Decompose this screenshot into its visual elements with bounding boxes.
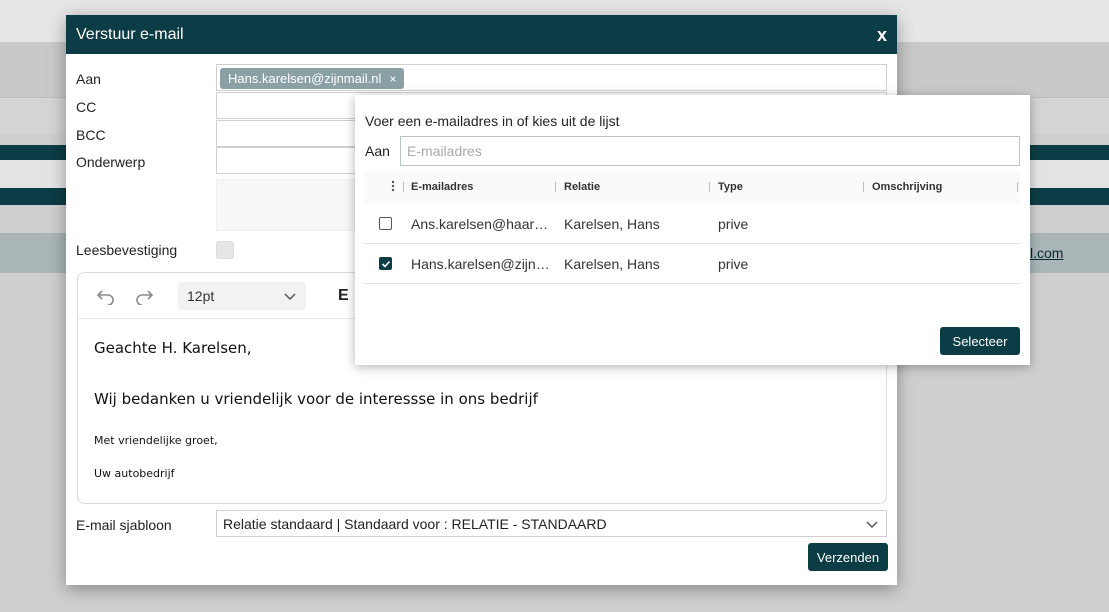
column-header-relation[interactable]: Relatie <box>564 181 600 193</box>
chevron-down-icon <box>284 288 296 304</box>
column-separator <box>403 182 404 192</box>
subject-label: Onderwerp <box>76 154 146 170</box>
template-select[interactable]: Relatie standaard | Standaard voor : REL… <box>216 510 887 537</box>
row-checkbox[interactable] <box>379 257 392 270</box>
row-type: prive <box>718 256 749 272</box>
close-button[interactable]: x <box>877 23 887 46</box>
column-separator <box>1017 182 1018 192</box>
body-signature: Uw autobedrijf <box>94 467 175 480</box>
popup-title: Voer een e-mailadres in of kies uit de l… <box>365 113 620 129</box>
chevron-down-icon <box>866 516 878 532</box>
bcc-label: BCC <box>76 127 106 143</box>
cc-label: CC <box>76 99 97 115</box>
column-header-email[interactable]: E-mailadres <box>411 181 473 193</box>
template-label: E-mail sjabloon <box>76 517 172 533</box>
row-checkbox[interactable] <box>379 217 392 230</box>
row-email: Ans.karelsen@haarmail.nl <box>411 216 551 232</box>
recipient-chip-text: Hans.karelsen@zijnmail.nl <box>228 71 382 86</box>
column-header-description[interactable]: Omschrijving <box>872 181 942 193</box>
popup-to-label: Aan <box>365 143 390 159</box>
template-select-value: Relatie standaard | Standaard voor : REL… <box>223 515 607 532</box>
column-menu-icon[interactable] <box>391 180 395 195</box>
column-separator <box>555 182 556 192</box>
row-relation: Karelsen, Hans <box>564 216 660 232</box>
app-email-link[interactable]: l.com <box>1030 245 1063 261</box>
to-field[interactable]: Hans.karelsen@zijnmail.nl × <box>216 64 887 91</box>
body-closing: Met vriendelijke groet, <box>94 434 218 447</box>
select-button[interactable]: Selecteer <box>940 327 1020 355</box>
read-receipt-label: Leesbevestiging <box>76 242 178 258</box>
font-size-select[interactable]: 12pt <box>178 281 306 310</box>
to-label: Aan <box>76 71 101 87</box>
row-email: Hans.karelsen@zijnmail.nl <box>411 256 551 272</box>
address-picker-popup: Voer een e-mailadres in of kies uit de l… <box>355 95 1030 365</box>
table-row[interactable]: Hans.karelsen@zijnmail.nl Karelsen, Hans… <box>365 244 1020 284</box>
remove-recipient-icon[interactable]: × <box>389 72 396 86</box>
redo-icon[interactable] <box>134 286 154 306</box>
grid-header: E-mailadres Relatie Type Omschrijving <box>365 171 1020 203</box>
table-row[interactable]: Ans.karelsen@haarmail.nl Karelsen, Hans … <box>365 204 1020 244</box>
dialog-header: Verstuur e-mail x <box>66 15 897 54</box>
row-type: prive <box>718 216 749 232</box>
email-search-input[interactable] <box>400 136 1020 166</box>
column-separator <box>709 182 710 192</box>
font-size-value: 12pt <box>187 287 215 304</box>
dialog-title: Verstuur e-mail <box>76 25 184 43</box>
row-relation: Karelsen, Hans <box>564 256 660 272</box>
check-icon <box>381 260 390 268</box>
column-header-type[interactable]: Type <box>718 181 743 193</box>
send-button[interactable]: Verzenden <box>808 543 888 571</box>
body-line1: Wij bedanken u vriendelijk voor de inter… <box>94 390 538 408</box>
column-separator <box>863 182 864 192</box>
recipient-chip: Hans.karelsen@zijnmail.nl × <box>220 68 405 89</box>
read-receipt-checkbox[interactable] <box>216 241 234 259</box>
toolbar-partial-button[interactable]: E <box>338 287 349 305</box>
undo-icon[interactable] <box>96 286 116 306</box>
